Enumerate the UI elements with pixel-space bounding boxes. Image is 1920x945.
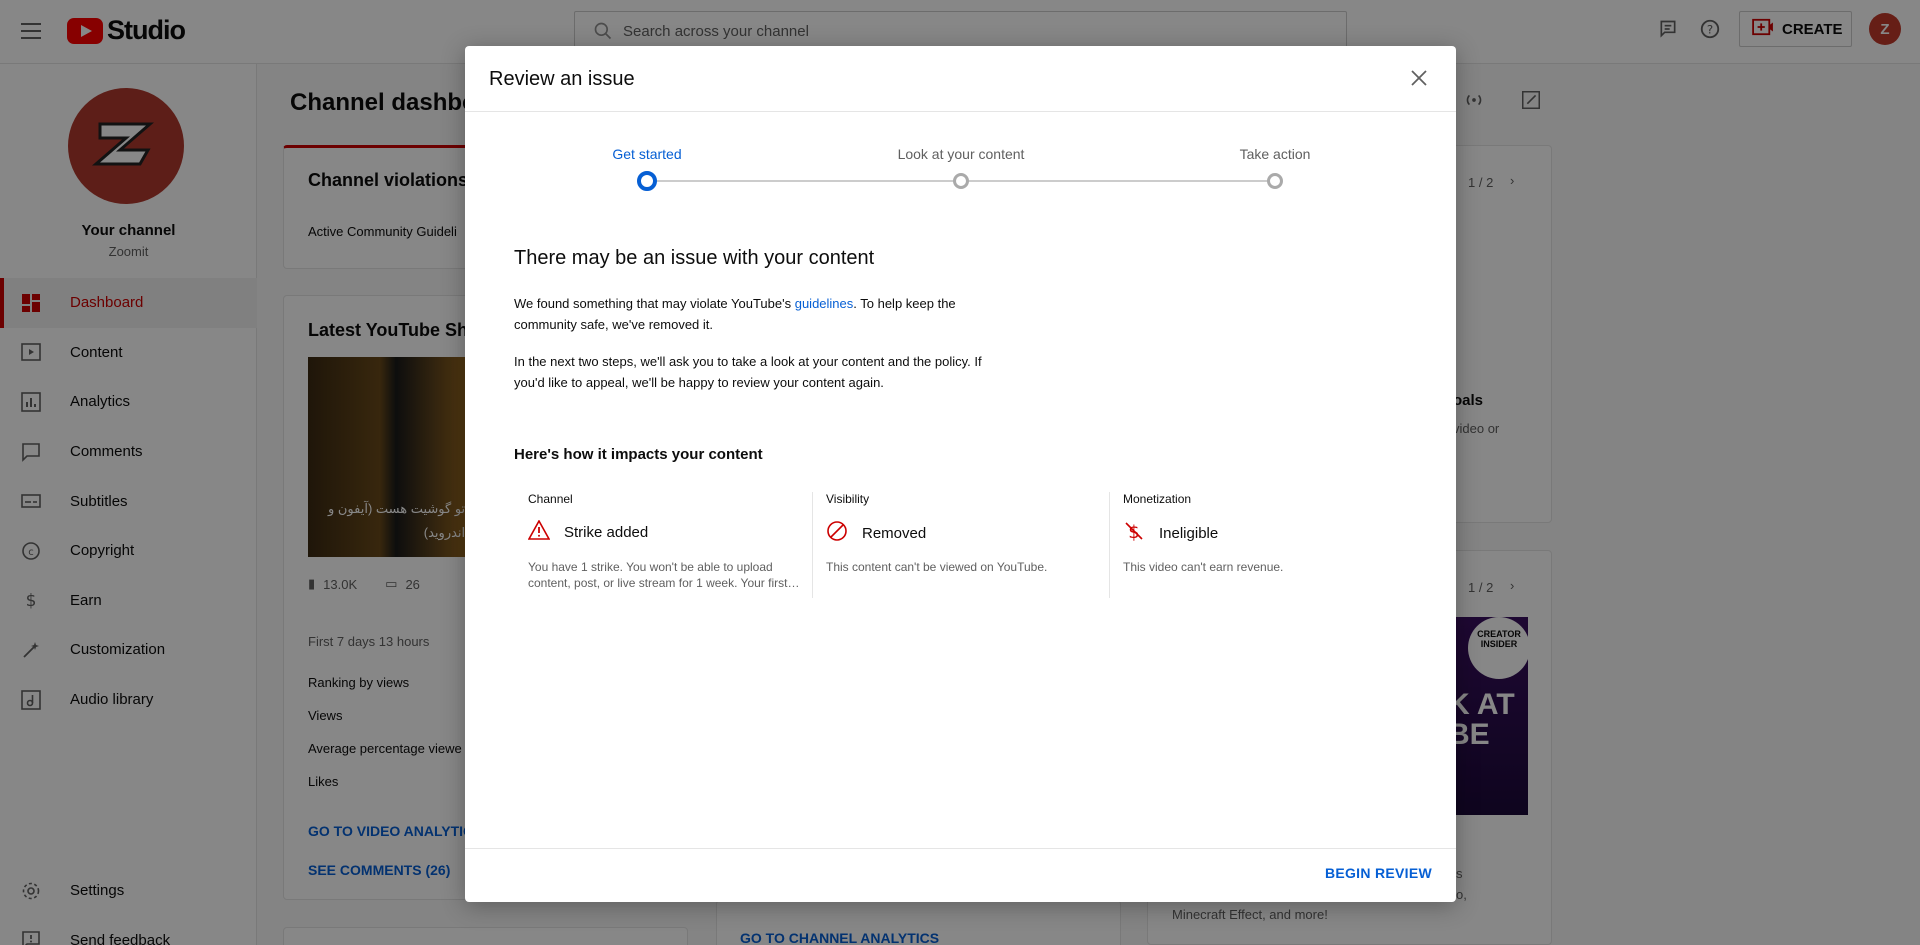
block-icon bbox=[826, 520, 848, 546]
step-get-started[interactable]: Get started bbox=[612, 146, 681, 162]
issue-paragraph-1: We found something that may violate YouT… bbox=[514, 296, 956, 332]
dialog-footer: BEGIN REVIEW bbox=[465, 848, 1456, 902]
step-take-action[interactable]: Take action bbox=[1240, 146, 1311, 162]
review-stepper: Get started Look at your content Take ac… bbox=[465, 46, 1456, 206]
warning-icon bbox=[527, 519, 551, 544]
impact-monetization: Monetization $ Ineligible This video can… bbox=[1109, 492, 1406, 598]
begin-review-button[interactable]: BEGIN REVIEW bbox=[1325, 865, 1432, 881]
step-dot-2 bbox=[953, 173, 969, 189]
issue-heading: There may be an issue with your content bbox=[514, 247, 875, 269]
step-dot-3 bbox=[1267, 173, 1283, 189]
step-dot-1 bbox=[637, 171, 657, 191]
impact-visibility: Visibility Removed This content can't be… bbox=[812, 492, 1109, 598]
review-issue-dialog: Review an issue Get started Look at your… bbox=[465, 46, 1456, 902]
issue-paragraph-2: In the next two steps, we'll ask you to … bbox=[514, 354, 982, 390]
impact-heading: Here's how it impacts your content bbox=[514, 446, 763, 463]
impact-channel: Channel Strike added You have 1 strike. … bbox=[527, 492, 788, 590]
guidelines-link[interactable]: guidelines bbox=[795, 296, 854, 311]
no-money-icon: $ bbox=[1123, 520, 1145, 546]
step-look-at-content[interactable]: Look at your content bbox=[898, 146, 1025, 162]
